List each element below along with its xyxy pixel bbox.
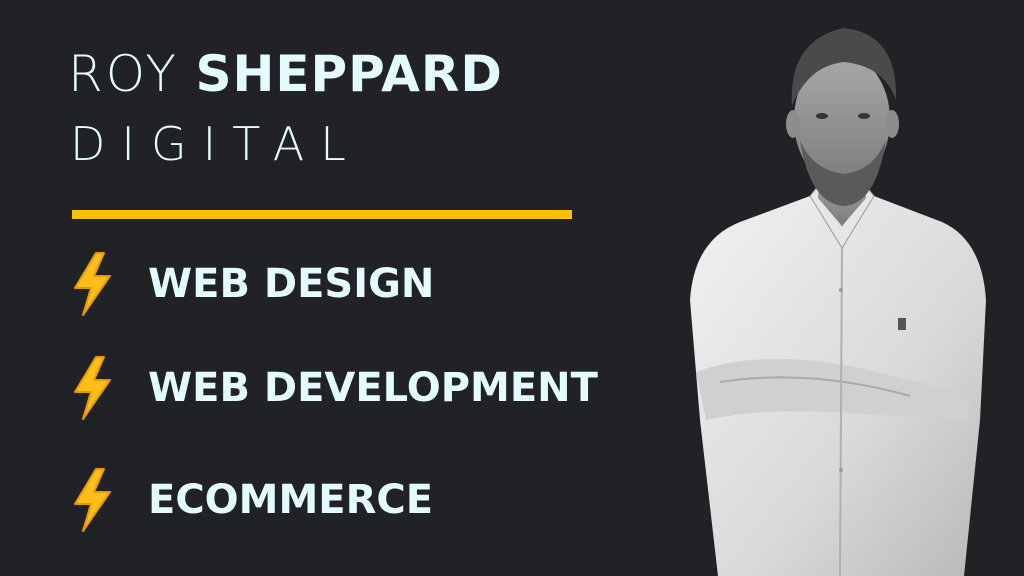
services-list: WEB DESIGN WEB DEVELOPMENT ECOMMERCE — [68, 246, 668, 546]
lightning-bolt-icon — [74, 468, 111, 532]
lightning-bolt-icon — [74, 252, 111, 316]
service-item-web-design: WEB DESIGN — [68, 246, 668, 320]
service-label: WEB DEVELOPMENT — [148, 365, 598, 411]
title-name: ROY SHEPPARD — [68, 40, 503, 104]
accent-divider — [72, 210, 572, 219]
title-subtitle: DIGITAL — [70, 117, 362, 171]
lightning-bolt-icon — [74, 356, 111, 420]
service-item-ecommerce: ECOMMERCE — [68, 462, 668, 536]
portrait-photo — [690, 28, 986, 576]
promo-banner: ROY SHEPPARD DIGITAL WEB DESIGN WEB DEVE… — [0, 0, 1024, 576]
service-label: WEB DESIGN — [148, 261, 435, 307]
service-label: ECOMMERCE — [148, 477, 434, 523]
title-last-name: SHEPPARD — [195, 45, 503, 103]
title-first-name: ROY — [68, 45, 179, 103]
service-item-web-development: WEB DEVELOPMENT — [68, 350, 668, 424]
